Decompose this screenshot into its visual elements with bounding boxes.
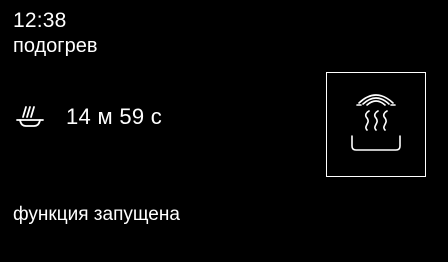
timer-remaining: 14 м 59 с xyxy=(66,104,163,129)
status-message: функция запущена xyxy=(13,204,180,225)
pot-steam-icon xyxy=(14,103,46,131)
clock-time: 12:38 xyxy=(13,9,67,32)
timer-row[interactable]: 14 м 59 с xyxy=(14,100,162,134)
mode-title: подогрев xyxy=(13,35,98,57)
plate-warming-icon xyxy=(340,84,412,166)
oven-display-screen: 12:38 подогрев 14 м 59 с функция запущен… xyxy=(0,0,448,262)
mode-tile-warming[interactable] xyxy=(326,72,426,177)
